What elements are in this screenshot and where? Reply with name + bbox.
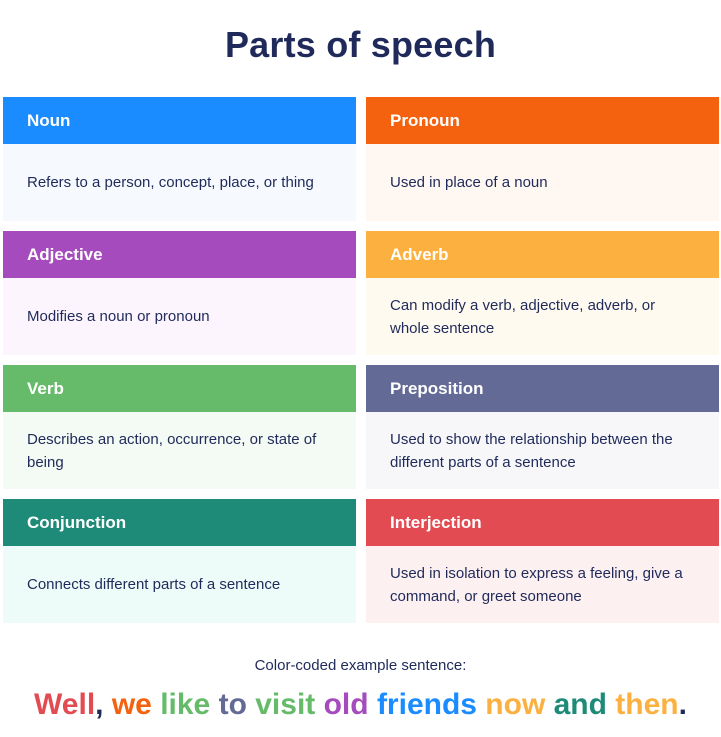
card-interjection: Interjection Used in isolation to expres… bbox=[366, 499, 719, 623]
card-adverb: Adverb Can modify a verb, adjective, adv… bbox=[366, 231, 719, 355]
sentence-word: now bbox=[485, 688, 554, 721]
card-header: Pronoun bbox=[366, 97, 719, 144]
sentence-word: old bbox=[323, 688, 377, 721]
card-definition: Used to show the relationship between th… bbox=[366, 412, 719, 489]
card-header: Adjective bbox=[3, 231, 356, 278]
sentence-word: . bbox=[678, 688, 687, 721]
sentence-word: to bbox=[218, 688, 256, 721]
sentence-word: like bbox=[160, 688, 219, 721]
card-conjunction: Conjunction Connects different parts of … bbox=[3, 499, 356, 623]
card-definition: Refers to a person, concept, place, or t… bbox=[3, 144, 356, 221]
example-caption: Color-coded example sentence: bbox=[254, 657, 467, 674]
sentence-word: visit bbox=[255, 688, 324, 721]
page-title: Parts of speech bbox=[224, 24, 497, 65]
card-header: Interjection bbox=[366, 499, 719, 546]
sentence-word: , bbox=[95, 688, 112, 721]
card-header: Verb bbox=[3, 365, 356, 412]
card-header: Noun bbox=[3, 97, 356, 144]
card-noun: Noun Refers to a person, concept, place,… bbox=[3, 97, 356, 221]
card-header: Conjunction bbox=[3, 499, 356, 546]
card-header: Preposition bbox=[366, 365, 719, 412]
sentence-word: then bbox=[615, 688, 679, 721]
card-pronoun: Pronoun Used in place of a noun bbox=[366, 97, 719, 221]
card-verb: Verb Describes an action, occurrence, or… bbox=[3, 365, 356, 489]
card-definition: Can modify a verb, adjective, adverb, or… bbox=[366, 278, 719, 355]
sentence-word: Well bbox=[34, 688, 96, 721]
sentence-word: we bbox=[111, 688, 161, 721]
card-preposition: Preposition Used to show the relationshi… bbox=[366, 365, 719, 489]
example-sentence: Well, we like to visit old friends now a… bbox=[0, 688, 721, 722]
card-definition: Used in isolation to express a feeling, … bbox=[366, 546, 719, 623]
card-definition: Used in place of a noun bbox=[366, 144, 719, 221]
card-definition: Modifies a noun or pronoun bbox=[3, 278, 356, 355]
card-header: Adverb bbox=[366, 231, 719, 278]
card-definition: Connects different parts of a sentence bbox=[3, 546, 356, 623]
card-adjective: Adjective Modifies a noun or pronoun bbox=[3, 231, 356, 355]
sentence-word: friends bbox=[376, 688, 486, 721]
card-definition: Describes an action, occurrence, or stat… bbox=[3, 412, 356, 489]
sentence-word: and bbox=[553, 688, 616, 721]
